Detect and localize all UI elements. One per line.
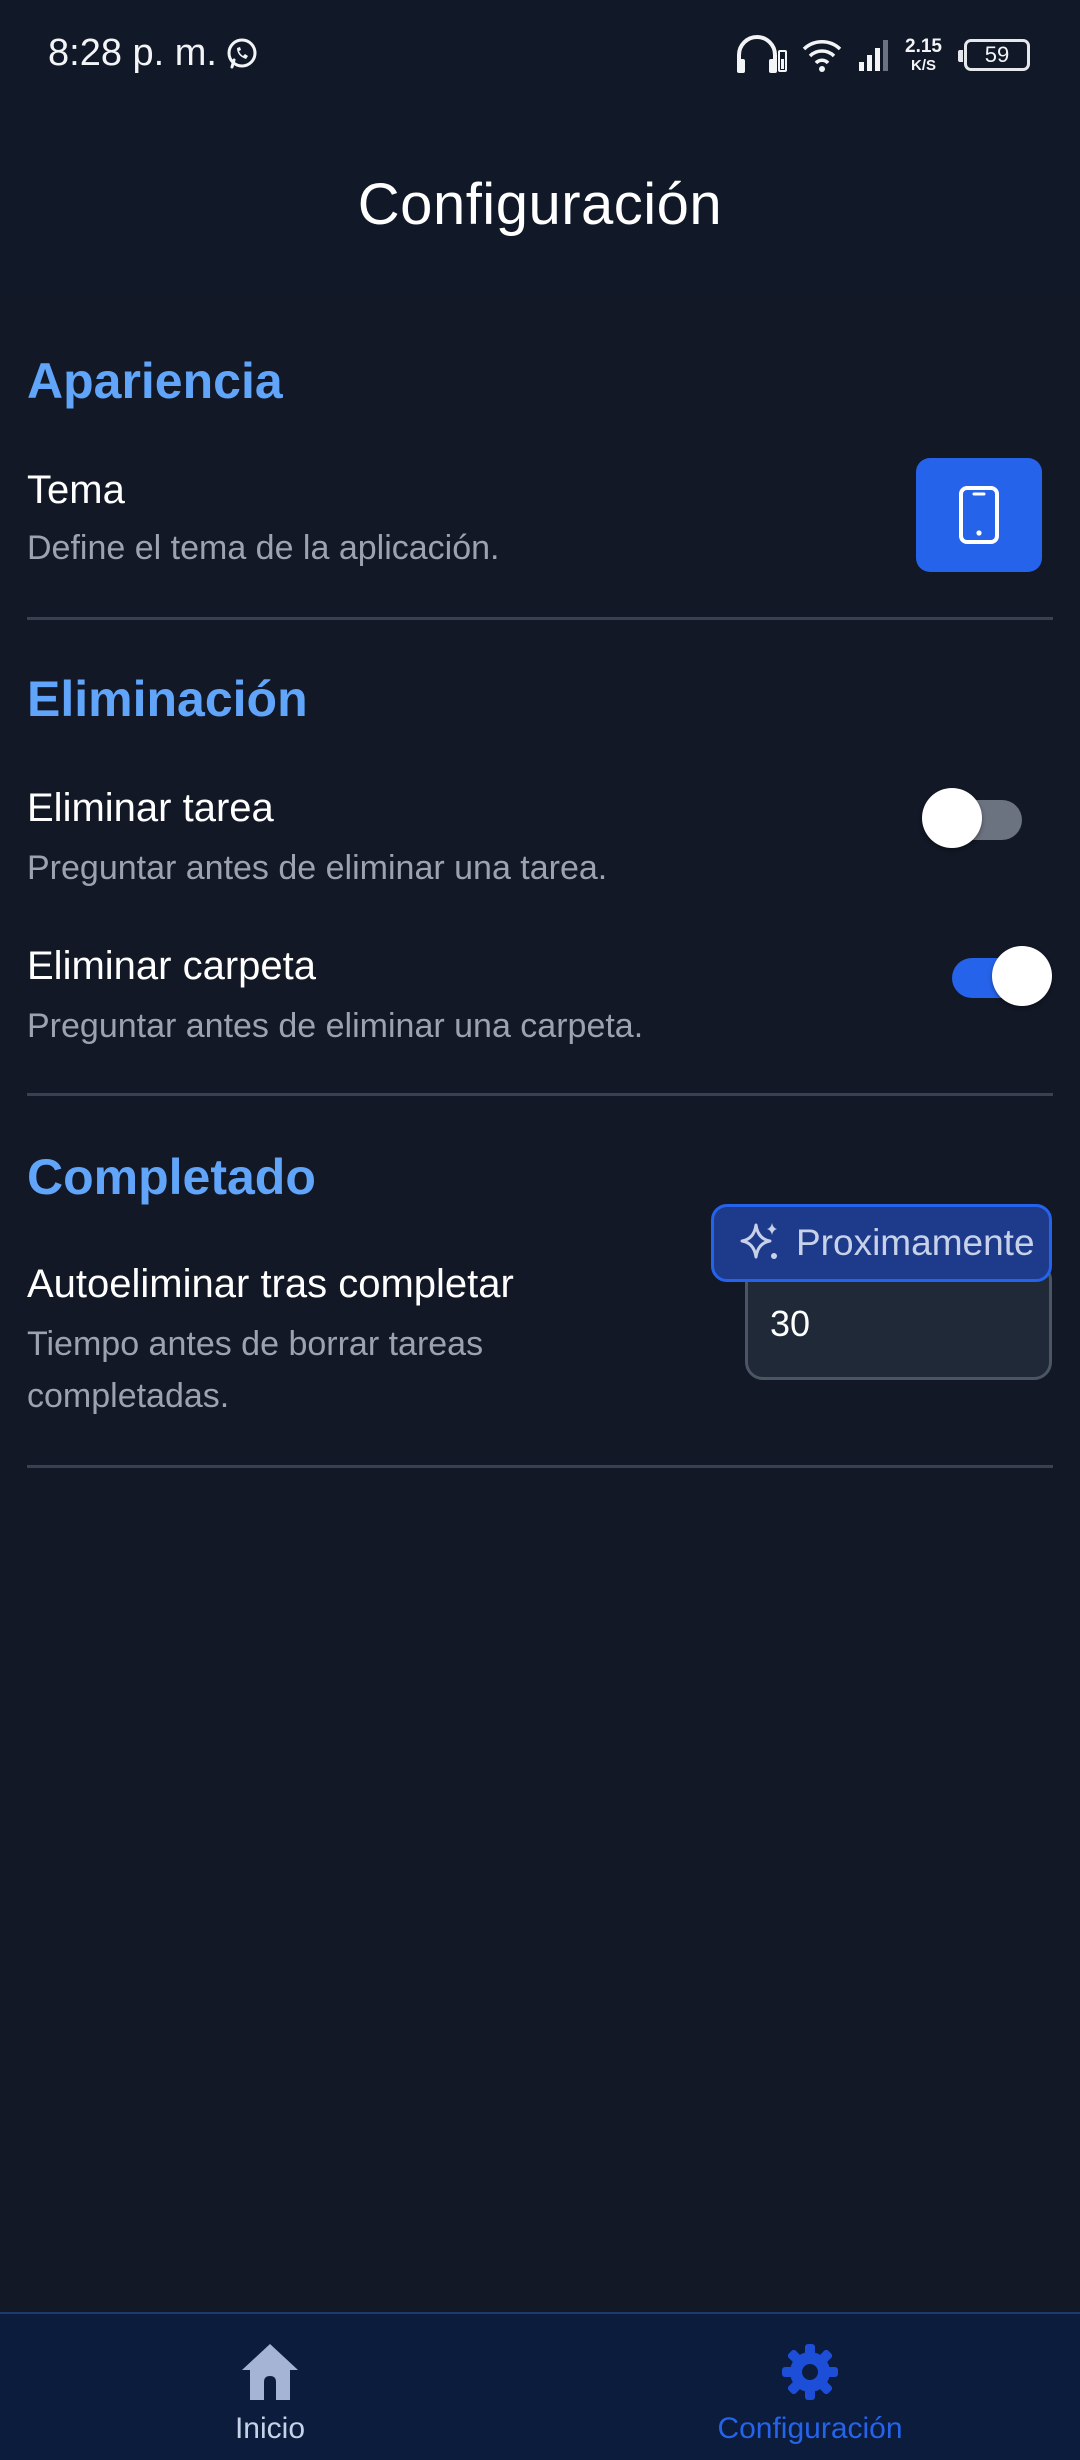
sparkles-icon bbox=[740, 1223, 777, 1259]
auto-delete-description-line2: completadas. bbox=[27, 1377, 230, 1415]
wifi-icon bbox=[802, 40, 842, 72]
smartphone-icon bbox=[959, 486, 999, 544]
screen: 8:28 p. m. 2.15 K/S 59 Configuración Apa… bbox=[0, 0, 1080, 2460]
divider bbox=[27, 1093, 1053, 1096]
divider bbox=[27, 617, 1053, 620]
app-header: Configuración bbox=[0, 110, 1080, 298]
section-title-appearance: Apariencia bbox=[27, 353, 283, 409]
divider bbox=[27, 1465, 1053, 1468]
page-title: Configuración bbox=[357, 171, 723, 237]
status-bar: 8:28 p. m. 2.15 K/S 59 bbox=[0, 0, 1080, 110]
theme-title: Tema bbox=[27, 468, 125, 512]
bottom-nav: Inicio Configuración bbox=[0, 2312, 1080, 2460]
nav-item-settings[interactable]: Configuración bbox=[540, 2314, 1080, 2460]
status-time: 8:28 p. m. bbox=[48, 32, 217, 74]
nav-settings-label: Configuración bbox=[717, 2412, 903, 2445]
battery-level: 59 bbox=[984, 42, 1010, 67]
headphones-icon bbox=[737, 35, 788, 73]
toggle-knob bbox=[922, 788, 982, 848]
auto-delete-description-line1: Tiempo antes de borrar tareas bbox=[27, 1325, 484, 1363]
nav-home-label: Inicio bbox=[234, 2412, 306, 2445]
delete-folder-toggle[interactable] bbox=[942, 946, 1052, 1006]
network-speed: 2.15 K/S bbox=[905, 36, 942, 74]
coming-soon-label: Proximamente bbox=[796, 1222, 1035, 1263]
delete-folder-title: Eliminar carpeta bbox=[27, 944, 317, 988]
nav-item-home[interactable]: Inicio bbox=[0, 2314, 540, 2460]
delete-task-toggle[interactable] bbox=[922, 788, 1032, 848]
delete-folder-description: Preguntar antes de eliminar una carpeta. bbox=[27, 1007, 644, 1045]
toggle-knob bbox=[992, 946, 1052, 1006]
signal-icon bbox=[859, 40, 889, 71]
gear-icon bbox=[782, 2344, 838, 2400]
whatsapp-icon bbox=[227, 38, 257, 69]
theme-button[interactable] bbox=[916, 458, 1042, 572]
delete-task-description: Preguntar antes de eliminar una tarea. bbox=[27, 849, 608, 887]
section-title-completed: Completado bbox=[27, 1149, 316, 1205]
section-title-deletion: Eliminación bbox=[27, 671, 308, 727]
theme-description: Define el tema de la aplicación. bbox=[27, 529, 500, 567]
status-icons: 2.15 K/S 59 bbox=[735, 30, 1030, 80]
battery-icon: 59 bbox=[958, 39, 1030, 71]
delete-task-title: Eliminar tarea bbox=[27, 786, 274, 830]
auto-delete-title: Autoeliminar tras completar bbox=[27, 1262, 514, 1306]
home-icon bbox=[242, 2344, 298, 2400]
coming-soon-badge: Proximamente bbox=[711, 1204, 1052, 1282]
